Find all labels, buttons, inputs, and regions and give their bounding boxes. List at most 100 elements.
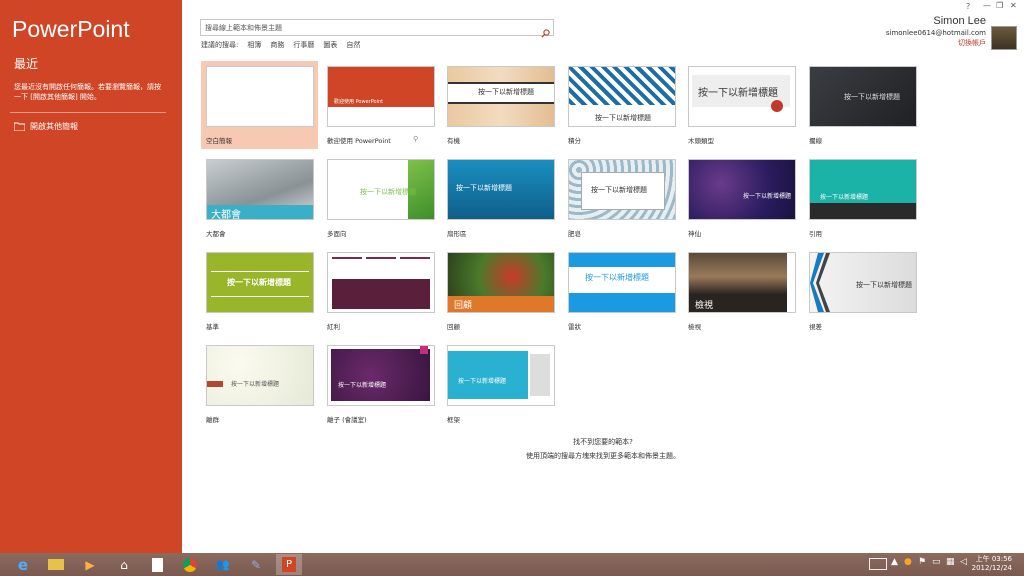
thumbnail-title: 按一下以新增標題 bbox=[585, 273, 649, 282]
template-thumbnail: 按一下以新增標題 bbox=[447, 345, 555, 406]
thumbnail-title: 按一下以新增標題 bbox=[227, 278, 291, 287]
restore-button[interactable]: ❐ bbox=[996, 1, 1003, 10]
suggested-searches: 建議的搜尋: 相簿 商務 行事曆 圖表 自然 bbox=[201, 40, 360, 50]
tray-arrow-icon[interactable]: ▲ bbox=[891, 557, 898, 567]
close-button[interactable]: ✕ bbox=[1010, 1, 1017, 10]
thumbnail-title: 檢視 bbox=[695, 301, 714, 311]
recent-title: 最近 bbox=[14, 57, 39, 71]
chrome-icon[interactable] bbox=[177, 554, 203, 575]
template-label: 引用 bbox=[809, 230, 822, 238]
folder-icon bbox=[14, 122, 25, 131]
template-thumbnail: 按一下以新增標題 bbox=[206, 345, 314, 406]
template-label: 積分 bbox=[568, 137, 581, 145]
template-label: 框架 bbox=[447, 416, 460, 424]
template-label: 檢視 bbox=[688, 323, 701, 331]
template-label: 空白簡報 bbox=[206, 137, 232, 145]
volume-icon[interactable]: ◁ bbox=[960, 557, 967, 567]
taskbar: e ▶ ⌂ 👥 ✎ P ▲ ● ⚑ ▭ ▦ ◁ 上午 03:56 2012/12… bbox=[0, 553, 1024, 576]
open-other-presentations-link[interactable]: 開啟其他簡報 bbox=[14, 121, 78, 132]
thumbnail-title: 按一下以新增標題 bbox=[591, 186, 647, 194]
template-label: 離群 bbox=[206, 416, 219, 424]
suggestion-link[interactable]: 相簿 bbox=[247, 40, 261, 50]
thumbnail-title: 按一下以新增標題 bbox=[456, 184, 512, 192]
template-label: 肥皂 bbox=[568, 230, 581, 238]
minimize-button[interactable]: — bbox=[983, 1, 991, 10]
left-panel: PowerPoint 最近 您最近沒有開啟任何簡報。若要瀏覽簡報，請按一下 [開… bbox=[0, 0, 182, 553]
template-thumbnail: 按一下以新增標題 bbox=[327, 345, 435, 406]
powerpoint-taskbar-icon[interactable]: P bbox=[276, 554, 302, 575]
battery-icon[interactable]: ▭ bbox=[932, 557, 941, 567]
thumbnail-title: 按一下以新增標題 bbox=[478, 88, 534, 96]
template-label: 紅利 bbox=[327, 323, 340, 331]
template-thumbnail bbox=[327, 252, 435, 313]
suggestion-link[interactable]: 圖表 bbox=[323, 40, 337, 50]
template-label: 神仙 bbox=[688, 230, 701, 238]
thumbnail-title: 按一下以新增標題 bbox=[820, 194, 869, 201]
suggestion-link[interactable]: 商務 bbox=[270, 40, 284, 50]
template-label: 木頭類型 bbox=[688, 137, 714, 145]
document-icon[interactable] bbox=[144, 554, 170, 575]
thumbnail-title: 按一下以新增標題 bbox=[595, 114, 651, 122]
template-label: 歡迎使用 PowerPoint bbox=[327, 137, 391, 145]
thumbnail-title: 按一下以新增標題 bbox=[856, 281, 912, 289]
template-label: 雷狀 bbox=[568, 323, 581, 331]
template-thumbnail: 按一下以新增標題 bbox=[688, 66, 796, 127]
clock[interactable]: 上午 03:56 2012/12/24 bbox=[972, 555, 1012, 573]
footer-question: 找不到您要的範本? bbox=[573, 438, 633, 446]
template-thumbnail: 按一下以新增標題 bbox=[688, 159, 796, 220]
suggested-label: 建議的搜尋: bbox=[201, 41, 239, 49]
template-thumbnail: 回顧 bbox=[447, 252, 555, 313]
search-icon[interactable] bbox=[541, 23, 550, 42]
suggestion-link[interactable]: 行事曆 bbox=[293, 40, 314, 50]
template-label: 有機 bbox=[447, 137, 460, 145]
app-title: PowerPoint bbox=[12, 16, 130, 42]
network-icon[interactable]: ▦ bbox=[946, 557, 955, 567]
switch-account-link[interactable]: 切換帳戶 bbox=[958, 38, 986, 48]
paint-icon[interactable]: ✎ bbox=[243, 554, 269, 575]
template-thumbnail: 按一下以新增標題 bbox=[206, 252, 314, 313]
template-thumbnail: 檢視 bbox=[688, 252, 796, 313]
file-explorer-icon[interactable] bbox=[43, 554, 69, 575]
flag-icon[interactable]: ⚑ bbox=[918, 557, 926, 567]
tray-app-icon[interactable]: ● bbox=[904, 557, 912, 567]
suggestion-link[interactable]: 自然 bbox=[346, 40, 360, 50]
keyboard-icon[interactable] bbox=[869, 558, 887, 570]
template-label: 多面向 bbox=[327, 230, 347, 238]
template-thumbnail: 按一下以新增標題 bbox=[568, 159, 676, 220]
thumbnail-title: 按一下以新增標題 bbox=[698, 88, 778, 99]
template-thumbnail bbox=[206, 66, 314, 127]
open-other-label: 開啟其他簡報 bbox=[30, 122, 78, 131]
media-player-icon[interactable]: ▶ bbox=[77, 554, 103, 575]
template-label: 回顧 bbox=[447, 323, 460, 331]
template-label: 基準 bbox=[206, 323, 219, 331]
thumbnail-title: 回顧 bbox=[454, 301, 473, 311]
template-search-box[interactable] bbox=[200, 19, 554, 38]
divider bbox=[10, 112, 166, 113]
thumbnail-title: 按一下以新增標題 bbox=[338, 382, 387, 389]
home-icon[interactable]: ⌂ bbox=[111, 554, 137, 575]
pin-icon[interactable]: ⚲ bbox=[413, 135, 418, 143]
help-button[interactable]: ? bbox=[966, 2, 970, 11]
template-thumbnail: 按一下以新增標題 bbox=[568, 66, 676, 127]
search-input[interactable] bbox=[205, 20, 535, 35]
template-label: 視差 bbox=[809, 323, 822, 331]
template-label: 擱線 bbox=[809, 137, 822, 145]
thumbnail-title: 按一下以新增標題 bbox=[360, 188, 416, 196]
template-thumbnail: 按一下以新增標題 bbox=[809, 252, 917, 313]
template-thumbnail: 按一下以新增標題 bbox=[447, 159, 555, 220]
thumbnail-title: 按一下以新增標題 bbox=[844, 93, 900, 101]
user-email: simonlee0614@hotmail.com bbox=[885, 29, 986, 37]
template-thumbnail: 按一下以新增標題 bbox=[809, 159, 917, 220]
template-thumbnail: 大都會 bbox=[206, 159, 314, 220]
main-area: 建議的搜尋: 相簿 商務 行事曆 圖表 自然 空白簡報 歡迎使用 PowerPo… bbox=[182, 0, 1024, 553]
template-thumbnail: 按一下以新增標題 bbox=[447, 66, 555, 127]
people-icon[interactable]: 👥 bbox=[210, 554, 236, 575]
template-label: 大都會 bbox=[206, 230, 226, 238]
user-name: Simon Lee bbox=[933, 15, 986, 27]
template-thumbnail: 歡迎使用 PowerPoint bbox=[327, 66, 435, 127]
avatar[interactable] bbox=[991, 26, 1017, 50]
thumbnail-title: 大都會 bbox=[211, 210, 241, 220]
clock-date: 2012/12/24 bbox=[971, 564, 1012, 572]
thumbnail-title: 按一下以新增標題 bbox=[743, 193, 792, 200]
ie-icon[interactable]: e bbox=[10, 554, 36, 575]
